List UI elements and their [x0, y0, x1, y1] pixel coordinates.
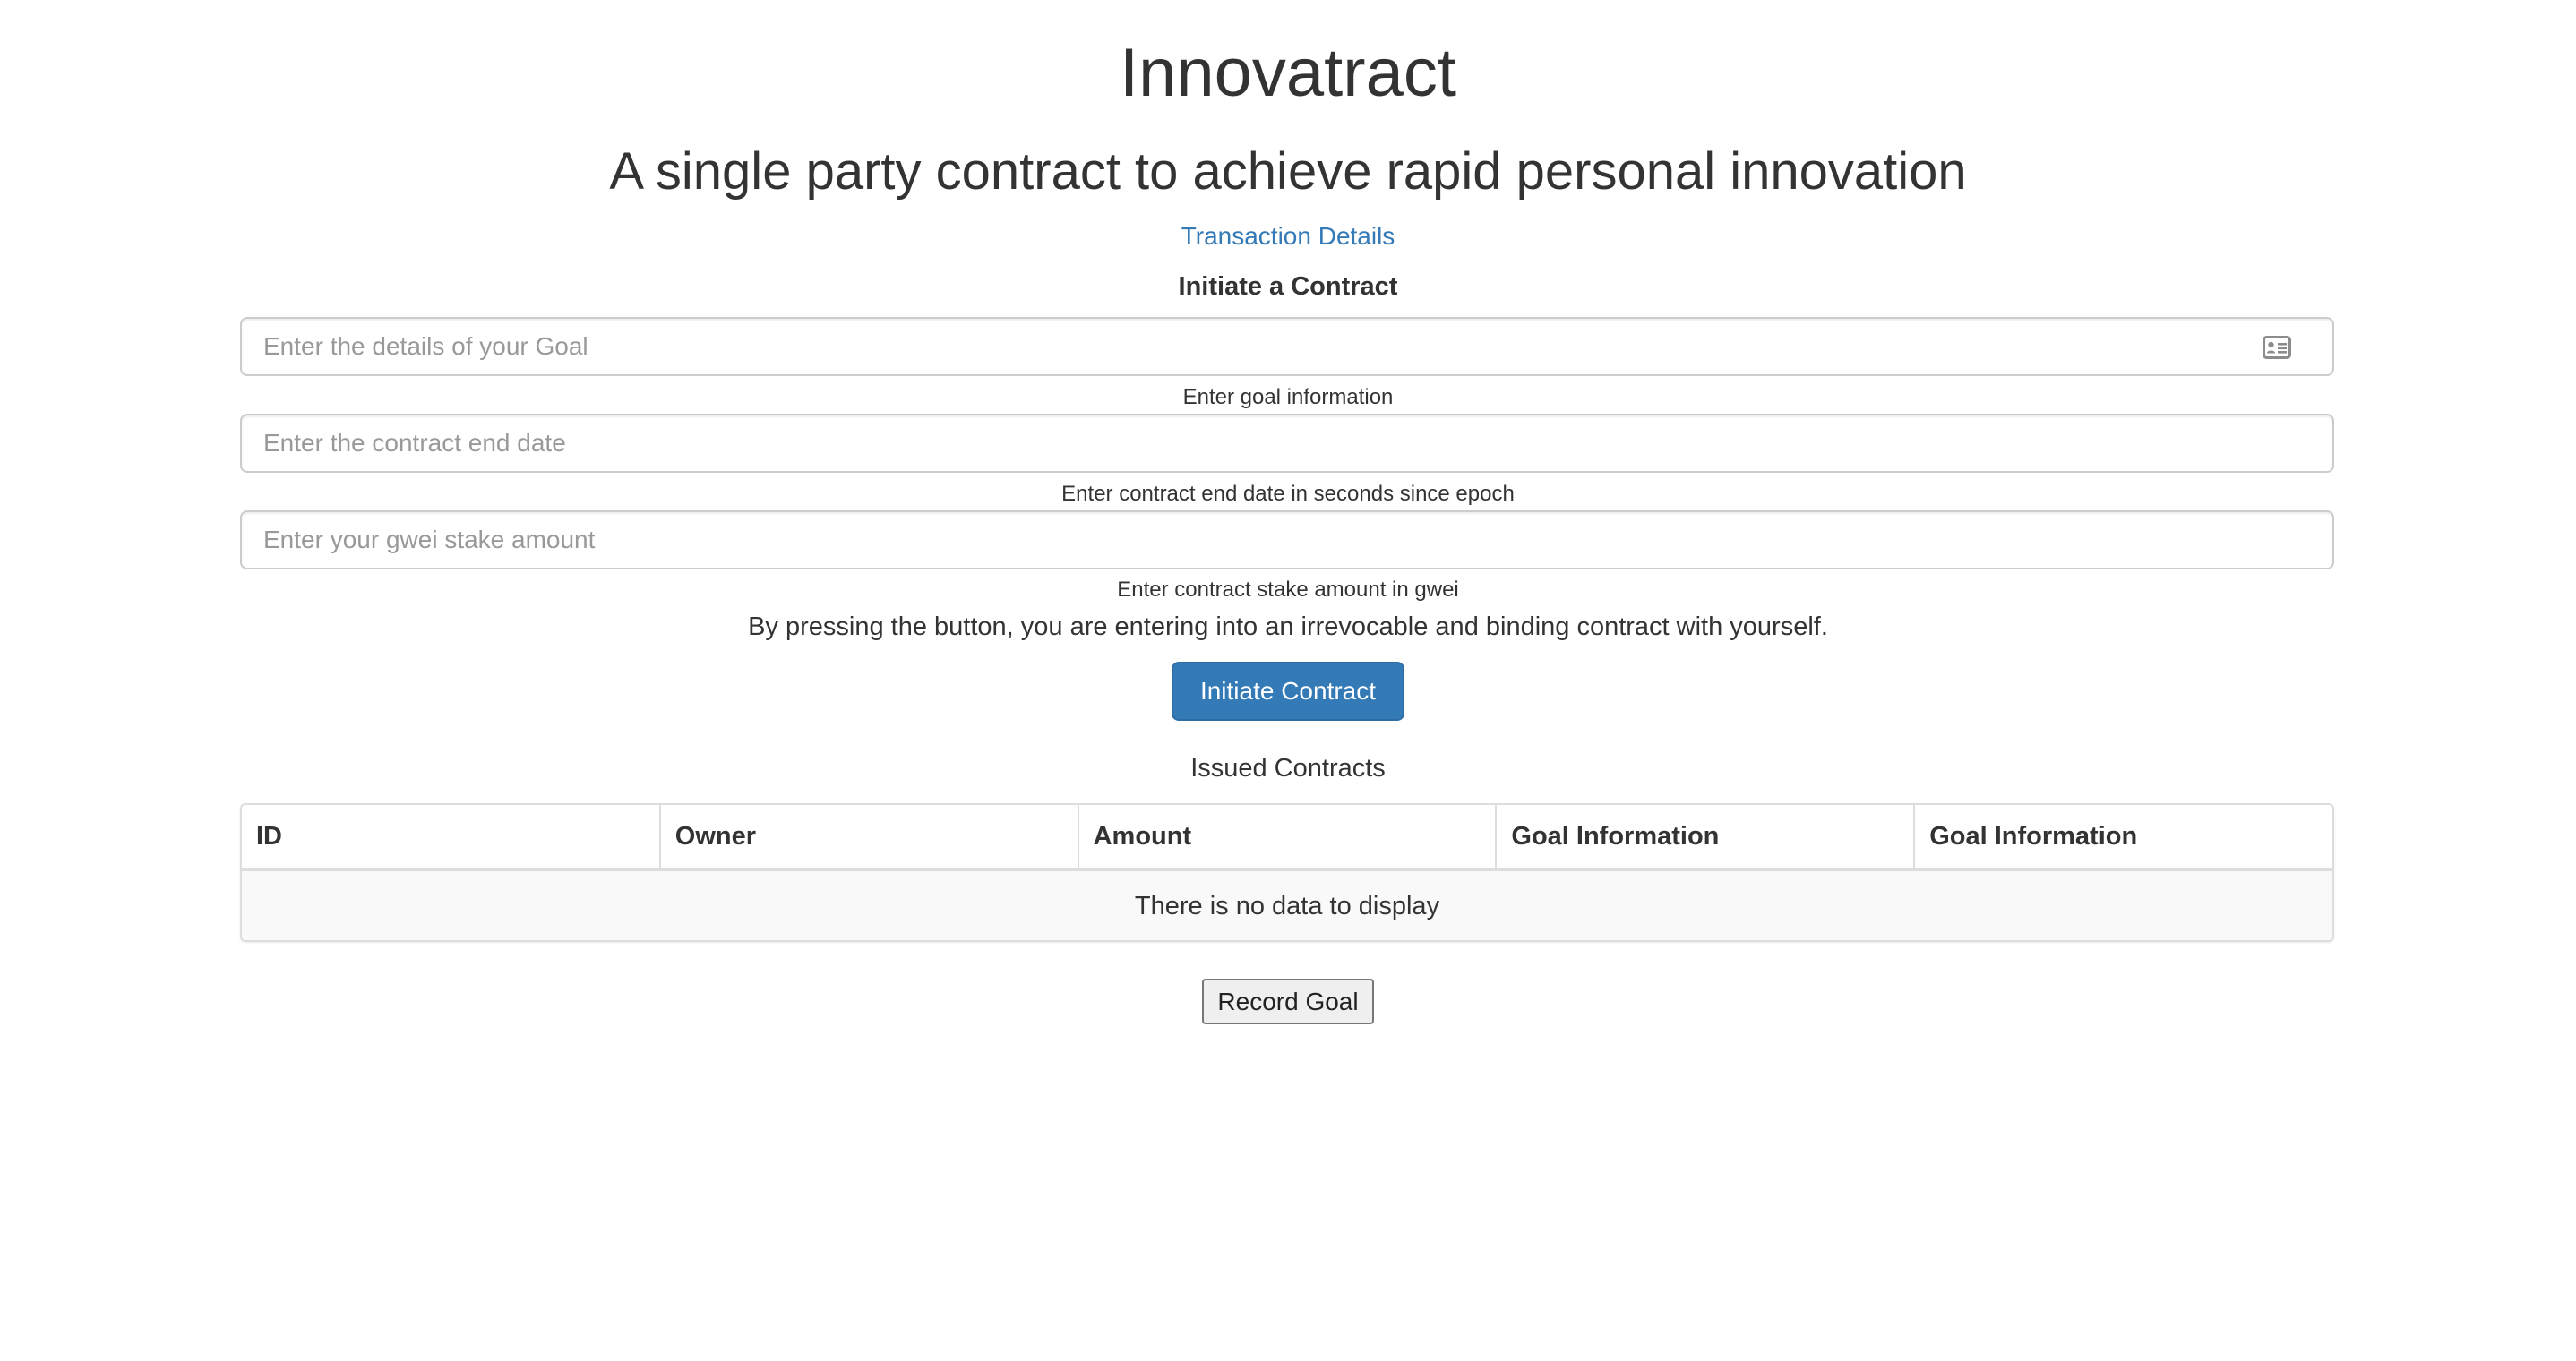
column-header-owner[interactable]: Owner	[659, 805, 1079, 871]
column-header-goal-information-2[interactable]: Goal Information	[1914, 805, 2332, 871]
empty-table-message: There is no data to display	[242, 869, 2332, 940]
transaction-details-link[interactable]: Transaction Details	[0, 218, 2576, 254]
end-date-field	[240, 414, 2334, 473]
stake-help-text: Enter contract stake amount in gwei	[1117, 578, 1459, 602]
table-header-row: ID Owner Amount Goal Information Goal In…	[242, 805, 2332, 871]
binding-notice: By pressing the button, you are entering…	[748, 612, 1828, 641]
goal-field	[240, 317, 2334, 376]
column-header-id[interactable]: ID	[242, 805, 661, 871]
form-heading: Initiate a Contract	[1178, 272, 1398, 301]
stake-field	[240, 510, 2334, 569]
column-header-goal-information[interactable]: Goal Information	[1496, 805, 1916, 871]
issued-contracts-caption: Issued Contracts	[1190, 754, 1386, 783]
end-date-input[interactable]	[242, 415, 2332, 471]
app-title: Innovatract	[1120, 35, 1456, 111]
stake-input[interactable]	[242, 512, 2332, 568]
goal-help-text: Enter goal information	[1182, 385, 1394, 409]
page: Innovatract A single party contract to a…	[0, 0, 2576, 1361]
end-date-help-text: Enter contract end date in seconds since…	[1061, 482, 1515, 506]
app-subtitle: A single party contract to achieve rapid…	[609, 142, 1967, 201]
table-empty-row: There is no data to display	[242, 869, 2332, 940]
contact-card-icon[interactable]	[2263, 336, 2291, 359]
column-header-amount[interactable]: Amount	[1078, 805, 1498, 871]
contracts-table: ID Owner Amount Goal Information Goal In…	[240, 803, 2334, 942]
initiate-contract-button[interactable]: Initiate Contract	[1172, 662, 1404, 721]
record-goal-button[interactable]: Record Goal	[1202, 979, 1374, 1024]
goal-input[interactable]	[242, 319, 2332, 374]
